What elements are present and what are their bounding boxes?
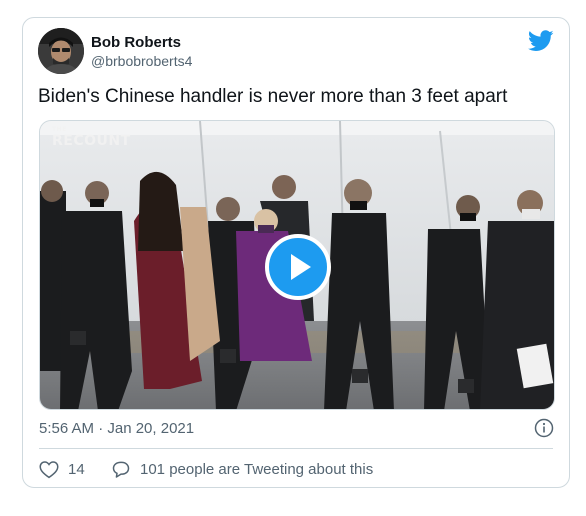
play-button[interactable]	[265, 234, 331, 300]
tweet-timestamp[interactable]: 5:56 AM · Jan 20, 2021	[39, 420, 194, 437]
like-count: 14	[68, 460, 85, 478]
tweet-card[interactable]: Bob Roberts @brbobroberts4 Biden's Chine…	[22, 17, 570, 488]
tweeting-about-label: 101 people are Tweeting about this	[140, 460, 374, 478]
author-name[interactable]: Bob Roberts	[91, 34, 181, 51]
like-button[interactable]: 14	[39, 458, 85, 480]
divider	[39, 448, 553, 449]
tweeting-about-link[interactable]: 101 people are Tweeting about this	[111, 458, 373, 480]
heart-icon	[39, 460, 59, 478]
video-watermark: THE RECOUNT	[52, 126, 131, 149]
info-icon[interactable]	[534, 418, 554, 438]
tweet-header: Bob Roberts @brbobroberts4	[38, 28, 554, 78]
tweet-actions: 14 101 people are Tweeting about this	[39, 458, 553, 480]
speech-bubble-icon	[112, 461, 130, 478]
twitter-bird-icon[interactable]	[527, 30, 554, 52]
author-handle[interactable]: @brbobroberts4	[91, 53, 192, 69]
play-icon	[291, 254, 311, 280]
avatar[interactable]	[38, 28, 84, 74]
video-player[interactable]: THE RECOUNT	[39, 120, 555, 410]
tweet-text: Biden's Chinese handler is never more th…	[38, 86, 508, 107]
